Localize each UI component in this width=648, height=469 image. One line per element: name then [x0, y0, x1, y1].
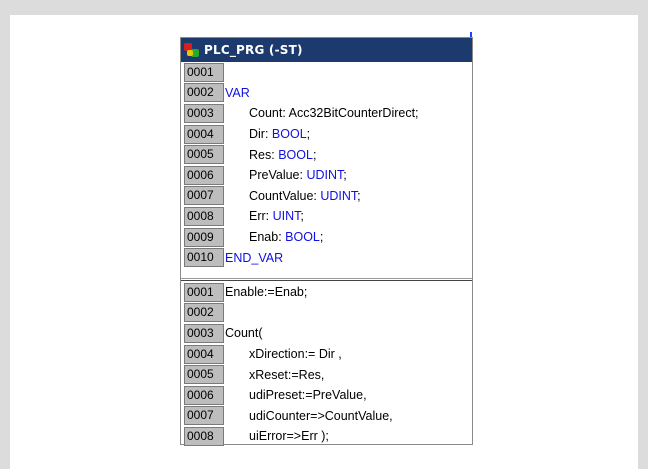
- code-line[interactable]: 0003 Count(: [181, 323, 472, 344]
- line-number: 0009: [184, 227, 224, 247]
- code-text: Err: UINT;: [225, 209, 304, 223]
- var-name: Enab:: [249, 230, 286, 245]
- line-number: 0004: [184, 344, 224, 364]
- code-line[interactable]: 0002: [181, 303, 472, 324]
- code-text: PreValue: UDINT;: [225, 168, 347, 182]
- declaration-line[interactable]: 0001: [181, 62, 472, 83]
- line-number: 0003: [184, 103, 224, 123]
- line-number: 0004: [184, 124, 224, 144]
- declaration-line[interactable]: 0009 Enab: BOOL;: [181, 227, 472, 248]
- line-number: 0002: [184, 83, 224, 103]
- terminator: ;: [312, 147, 317, 162]
- code-text: Count(: [225, 326, 263, 341]
- code-line[interactable]: 0007 udiCounter=>CountValue,: [181, 406, 472, 427]
- code-text: Res: BOOL;: [225, 148, 316, 162]
- keyword-end-var: END_VAR: [225, 250, 284, 265]
- line-number: 0001: [184, 62, 224, 82]
- code-text: udiCounter=>CountValue,: [249, 408, 393, 423]
- declaration-line[interactable]: 0003 Count: Acc32BitCounterDirect;: [181, 103, 472, 124]
- line-number: 0006: [184, 165, 224, 185]
- declaration-line[interactable]: 0006 PreValue: UDINT;: [181, 165, 472, 186]
- line-number: 0010: [184, 248, 224, 268]
- code-text: Enable:=Enab;: [225, 285, 308, 300]
- var-name: PreValue:: [249, 168, 307, 183]
- line-number: 0003: [184, 323, 224, 343]
- line-number: 0008: [184, 426, 224, 446]
- code-line[interactable]: 0004 xDirection:= Dir ,: [181, 344, 472, 365]
- declaration-line[interactable]: 0007 CountValue: UDINT;: [181, 186, 472, 207]
- var-type: UDINT: [320, 188, 358, 203]
- terminator: ;: [357, 188, 361, 203]
- editor-window[interactable]: PLC_PRG (-ST) 0001 0002 VAR 0003 Count: …: [180, 37, 473, 447]
- declaration-line[interactable]: 0004 Dir: BOOL;: [181, 124, 472, 145]
- var-type: UDINT: [306, 168, 344, 183]
- var-type: UINT: [272, 209, 301, 224]
- line-number: 0007: [184, 186, 224, 206]
- var-type: BOOL: [271, 127, 307, 142]
- line-number: 0007: [184, 406, 224, 426]
- code-text: Dir: BOOL;: [225, 127, 310, 141]
- declaration-pane[interactable]: 0001 0002 VAR 0003 Count: Acc32BitCounte…: [181, 62, 472, 280]
- code-text: uiError=>Err );: [249, 429, 329, 444]
- var-name: Err:: [249, 209, 273, 224]
- keyword-var: VAR: [225, 85, 250, 100]
- line-number: 0005: [184, 365, 224, 385]
- line-number: 0001: [184, 282, 224, 302]
- var-name: CountValue:: [249, 188, 321, 203]
- line-number: 0008: [184, 206, 224, 226]
- var-type: BOOL: [278, 147, 313, 162]
- window-title: PLC_PRG (-ST): [204, 43, 303, 57]
- var-name: Dir:: [249, 127, 272, 142]
- declaration-line[interactable]: 0008 Err: UINT;: [181, 206, 472, 227]
- code-line[interactable]: 0008 uiError=>Err );: [181, 426, 472, 447]
- line-number: 0006: [184, 385, 224, 405]
- pane-splitter[interactable]: [181, 278, 472, 281]
- line-number: 0002: [184, 303, 224, 323]
- code-text: CountValue: UDINT;: [225, 189, 361, 203]
- line-number: 0005: [184, 145, 224, 165]
- pou-icon: [184, 42, 200, 58]
- terminator: ;: [300, 209, 304, 224]
- terminator: ;: [306, 127, 311, 142]
- code-line[interactable]: 0006 udiPreset:=PreValue,: [181, 385, 472, 406]
- code-text: xReset:=Res,: [249, 367, 325, 382]
- terminator: ;: [319, 230, 324, 245]
- code-text: xDirection:= Dir ,: [249, 347, 342, 362]
- terminator: ;: [343, 168, 347, 183]
- code-line[interactable]: 0005 xReset:=Res,: [181, 364, 472, 385]
- code-body-pane[interactable]: 0001 Enable:=Enab; 0002 0003 Count( 0004…: [181, 282, 472, 447]
- declaration-line[interactable]: 0002 VAR: [181, 83, 472, 104]
- var-type: BOOL: [285, 230, 320, 245]
- var-name: Res:: [249, 147, 279, 162]
- code-text: Enab: BOOL;: [225, 230, 323, 244]
- declaration-line[interactable]: 0005 Res: BOOL;: [181, 144, 472, 165]
- code-text: Count: Acc32BitCounterDirect;: [249, 106, 419, 121]
- window-titlebar[interactable]: PLC_PRG (-ST): [181, 38, 472, 62]
- code-text: udiPreset:=PreValue,: [249, 388, 367, 403]
- code-line[interactable]: 0001 Enable:=Enab;: [181, 282, 472, 303]
- declaration-line[interactable]: 0010 END_VAR: [181, 247, 472, 268]
